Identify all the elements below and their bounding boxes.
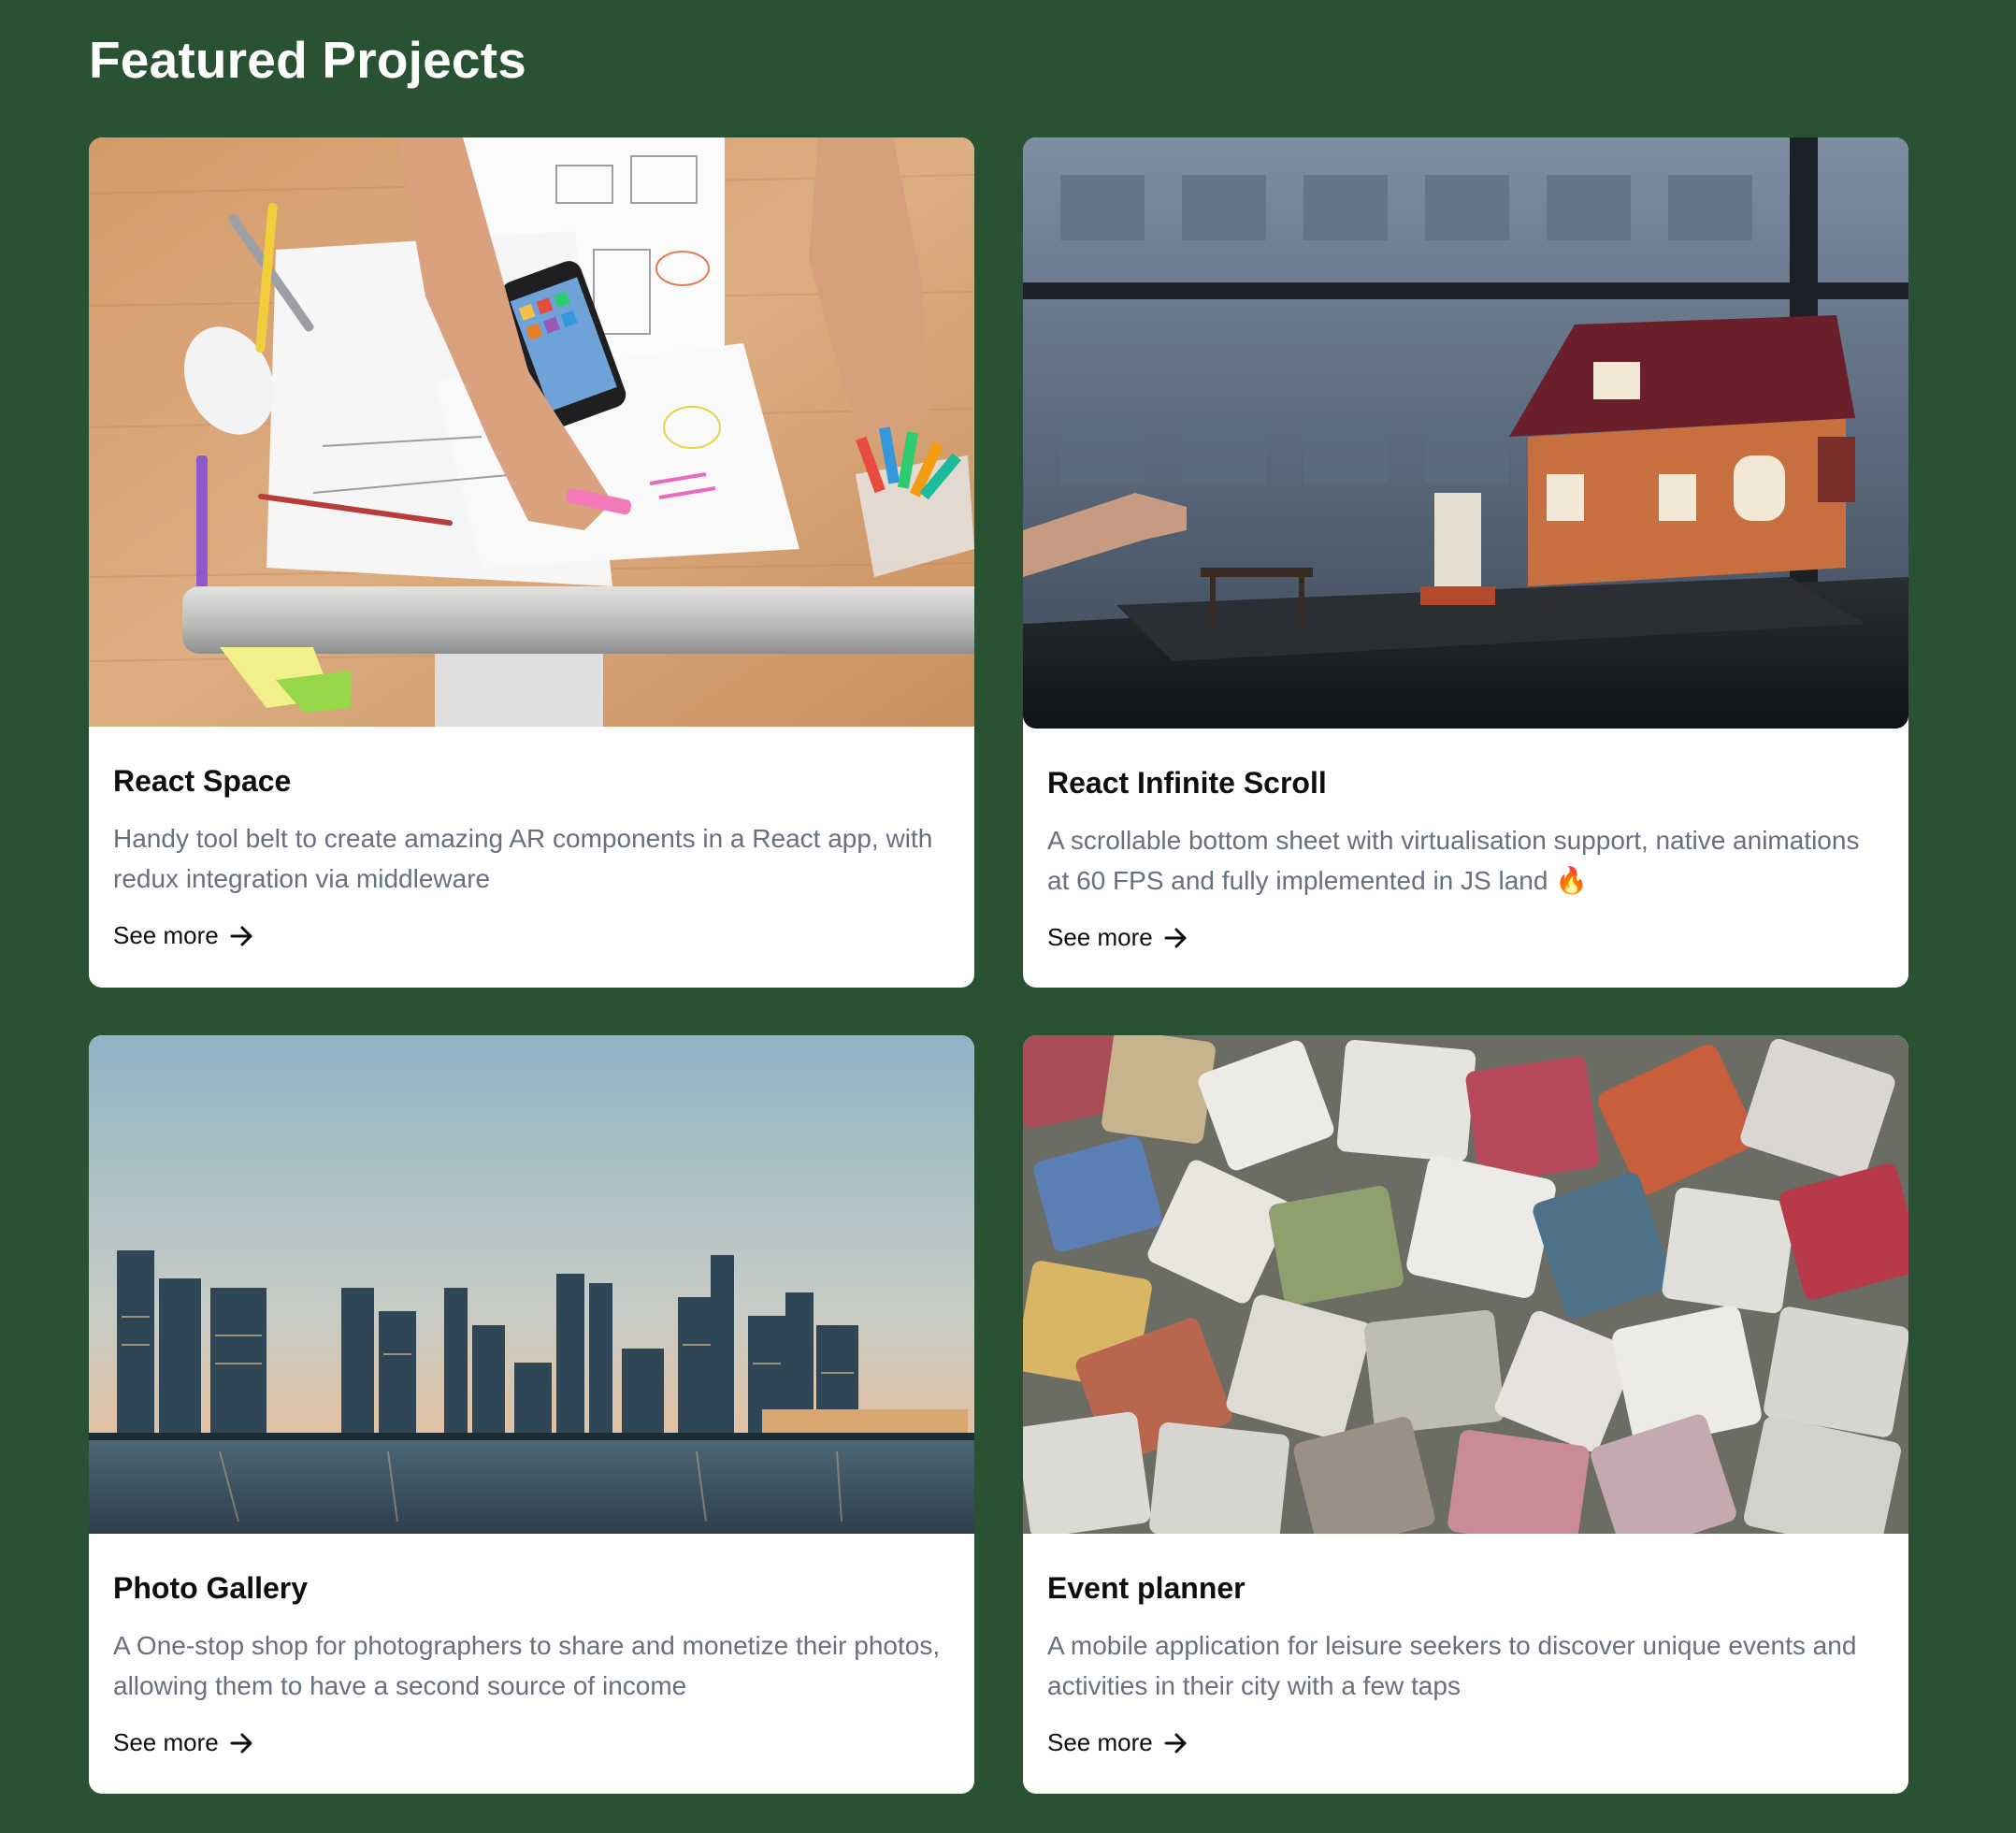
see-more-label: See more bbox=[113, 1728, 219, 1756]
arrow-right-icon bbox=[230, 1733, 254, 1754]
see-more-link[interactable]: See more bbox=[113, 921, 254, 950]
project-description: A One-stop shop for photographers to sha… bbox=[113, 1631, 941, 1700]
see-more-link[interactable]: See more bbox=[1047, 923, 1188, 952]
project-title: React Infinite Scroll bbox=[1047, 766, 1327, 800]
see-more-link[interactable]: See more bbox=[1047, 1728, 1188, 1757]
see-more-label: See more bbox=[1047, 923, 1153, 951]
project-title: Event planner bbox=[1047, 1571, 1246, 1605]
project-card-photo-gallery[interactable]: Photo Gallery A One-stop shop for photog… bbox=[89, 1035, 974, 1794]
toy-house-photo[interactable] bbox=[1023, 137, 1908, 729]
arrow-right-icon bbox=[1164, 928, 1188, 948]
city-skyline-photo[interactable] bbox=[89, 1035, 974, 1534]
project-title: React Space bbox=[113, 764, 292, 798]
colored-stones-photo[interactable] bbox=[1023, 1035, 1908, 1534]
project-card-event-planner[interactable]: Event planner A mobile application for l… bbox=[1023, 1035, 1908, 1794]
project-title: Photo Gallery bbox=[113, 1571, 309, 1605]
arrow-right-icon bbox=[1164, 1733, 1188, 1754]
desk-workspace-photo[interactable] bbox=[89, 137, 974, 727]
see-more-label: See more bbox=[113, 921, 219, 949]
project-card-react-space[interactable]: React Space Handy tool belt to create am… bbox=[89, 137, 974, 988]
featured-projects-page: Featured Projects React Space Handy tool… bbox=[0, 0, 2016, 1833]
project-card-react-infinite-scroll[interactable]: React Infinite Scroll A scrollable botto… bbox=[1023, 137, 1908, 988]
arrow-right-icon bbox=[230, 926, 254, 946]
see-more-link[interactable]: See more bbox=[113, 1728, 254, 1757]
section-title: Featured Projects bbox=[89, 31, 526, 89]
see-more-label: See more bbox=[1047, 1728, 1153, 1756]
project-description: A mobile application for leisure seekers… bbox=[1047, 1631, 1857, 1700]
project-description: A scrollable bottom sheet with virtualis… bbox=[1047, 826, 1860, 895]
project-description: Handy tool belt to create amazing AR com… bbox=[113, 824, 933, 893]
